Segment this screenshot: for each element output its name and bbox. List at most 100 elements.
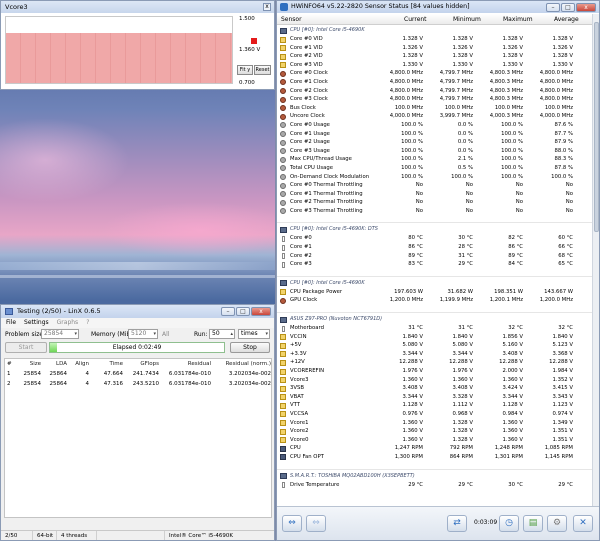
col-header-residual[interactable]: Residual: [159, 359, 211, 369]
sensor-row[interactable]: Core #0 Usage 100.0 % 0.0 % 100.0 % 87.6 %: [277, 121, 593, 130]
sensor-row[interactable]: +5V 5.080 V 5.080 V 5.160 V 5.123 V: [277, 341, 593, 350]
maximize-button[interactable]: □: [236, 307, 250, 316]
collapse-arrows-button[interactable]: ⇔: [306, 515, 326, 532]
sensor-row[interactable]: Core #1 Thermal Throttling No No No No: [277, 190, 593, 199]
sensor-row[interactable]: Total CPU Usage 100.0 % 0.5 % 100.0 % 87.8 %: [277, 164, 593, 173]
problem-size-select[interactable]: 25854 ▾: [41, 329, 79, 339]
sensor-row[interactable]: Core #1 Usage 100.0 % 0.0 % 100.0 % 87.7 %: [277, 130, 593, 139]
sensor-row[interactable]: Core #2 Thermal Throttling No No No No: [277, 198, 593, 207]
table-row[interactable]: 2 25854 25864 4 47.316 243.5210 6.031784…: [5, 379, 271, 389]
sensor-group-header[interactable]: CPU [#0]: Intel Core i5-4690K: DTS: [277, 225, 593, 234]
sensor-row[interactable]: VCCIN 1.840 V 1.840 V 1.856 V 1.840 V: [277, 333, 593, 342]
reset-button[interactable]: Reset: [254, 65, 271, 75]
col-header-align[interactable]: Align: [67, 359, 89, 369]
col-header-time[interactable]: Time: [89, 359, 123, 369]
menu-help[interactable]: ?: [86, 318, 89, 328]
sensor-row[interactable]: CPU Package Power 197.603 W 31.682 W 198.35…: [277, 288, 593, 297]
minimize-button[interactable]: –: [221, 307, 235, 316]
sensor-row[interactable]: VBAT 3.344 V 3.328 V 3.344 V 3.343 V: [277, 393, 593, 402]
clock-icon[interactable]: ◷: [499, 515, 519, 532]
sensor-row[interactable]: Core #1 VID 1.326 V 1.326 V 1.326 V 1.326 V: [277, 44, 593, 53]
sensor-row[interactable]: Vcore3 1.360 V 1.360 V 1.360 V 1.352 V: [277, 376, 593, 385]
sensor-maximum: 100.0 %: [501, 130, 523, 137]
sensor-row[interactable]: Core #1 Clock 4,800.0 MHz 4,799.7 MHz 4,800…: [277, 78, 593, 87]
col-header-maximum[interactable]: Maximum: [503, 14, 533, 25]
sensor-row[interactable]: Vcore2 1.360 V 1.328 V 1.360 V 1.351 V: [277, 427, 593, 436]
memory-select[interactable]: 5120 ▾: [128, 329, 158, 339]
close-button[interactable]: x: [576, 3, 596, 12]
log-icon[interactable]: ▤: [523, 515, 543, 532]
sensor-row[interactable]: Core #3 Usage 100.0 % 0.0 % 100.0 % 88.0 %: [277, 147, 593, 156]
usage-icon: [280, 148, 286, 155]
sensor-row[interactable]: Motherboard 31 °C 31 °C 32 °C 32 °C: [277, 324, 593, 333]
col-header-size[interactable]: Size: [15, 359, 41, 369]
col-header-current[interactable]: Current: [404, 14, 427, 25]
sensor-row[interactable]: Core #3 Clock 4,800.0 MHz 4,799.7 MHz 4,800…: [277, 95, 593, 104]
hwinfo-title-bar[interactable]: HWiNFO64 v5.22-2820 Sensor Status [84 va…: [277, 1, 599, 13]
sensor-row[interactable]: Uncore Clock 4,000.0 MHz 3,999.7 MHz 4,000.…: [277, 112, 593, 121]
expand-arrows-button[interactable]: ⇔: [282, 515, 302, 532]
graph-close-button[interactable]: x: [263, 3, 271, 11]
all-checkbox-label[interactable]: All: [162, 330, 169, 339]
sensor-row[interactable]: Core #0 Thermal Throttling No No No No: [277, 181, 593, 190]
sensor-row[interactable]: Core #1 86 °C 28 °C 86 °C 66 °C: [277, 243, 593, 252]
sensor-row[interactable]: +3.3V 3.344 V 3.344 V 3.408 V 3.368 V: [277, 350, 593, 359]
menu-settings[interactable]: Settings: [24, 318, 49, 328]
sensor-row[interactable]: CPU Fan OPT 1,300 RPM 864 RPM 1,301 RPM 1,14…: [277, 453, 593, 462]
col-header-lda[interactable]: LDA: [41, 359, 67, 369]
close-x-icon[interactable]: ✕: [573, 515, 593, 532]
sensor-row[interactable]: Core #2 Usage 100.0 % 0.0 % 100.0 % 87.9 %: [277, 138, 593, 147]
sensor-row[interactable]: 3VSB 3.408 V 3.408 V 3.424 V 3.415 V: [277, 384, 593, 393]
sensor-group-header[interactable]: ASUS Z97-PRO (Nuvoton NCT6791D): [277, 315, 593, 324]
sensor-group-header[interactable]: CPU [#0]: Intel Core i5-4690K: [277, 26, 593, 35]
sensor-row[interactable]: Vcore1 1.360 V 1.328 V 1.360 V 1.349 V: [277, 419, 593, 428]
table-row[interactable]: 1 25854 25864 4 47.664 241.7434 6.031784…: [5, 369, 271, 379]
sensor-row[interactable]: +12V 12.288 V 12.288 V 12.288 V 12.288 V: [277, 358, 593, 367]
menu-file[interactable]: File: [6, 318, 16, 328]
graph-title-bar[interactable]: Vcore3 x: [1, 1, 274, 13]
linx-title-bar[interactable]: Testing (2/50) - LinX 0.6.5 – □ x: [1, 305, 274, 318]
minimize-button[interactable]: –: [546, 3, 560, 12]
sensor-row[interactable]: Core #0 Clock 4,800.0 MHz 4,799.7 MHz 4,800…: [277, 69, 593, 78]
col-header-average[interactable]: Average: [554, 14, 579, 25]
sensor-row[interactable]: Drive Temperature 29 °C 29 °C 30 °C 29 °C: [277, 481, 593, 490]
stop-button[interactable]: Stop: [230, 342, 270, 353]
sensor-row[interactable]: VCOREREFIN 1.976 V 1.976 V 2.000 V 1.984 V: [277, 367, 593, 376]
menu-graphs[interactable]: Graphs: [57, 318, 79, 328]
col-header-index[interactable]: #: [5, 359, 15, 369]
col-header-sensor[interactable]: Sensor: [281, 14, 302, 25]
maximize-button[interactable]: □: [561, 3, 575, 12]
sensor-group-header[interactable]: S.M.A.R.T.: TOSHIBA MQ02ABD100H (X3SEPBE…: [277, 472, 593, 481]
run-unit-select[interactable]: times ▾: [238, 329, 270, 339]
sensor-row[interactable]: Max CPU/Thread Usage 100.0 % 2.1 % 100.0 % 8…: [277, 155, 593, 164]
sensor-row[interactable]: GPU Clock 1,200.0 MHz 1,199.9 MHz 1,200.1 M…: [277, 296, 593, 305]
sensor-row[interactable]: Core #2 89 °C 31 °C 89 °C 68 °C: [277, 252, 593, 261]
sensor-row[interactable]: CPU 1,247 RPM 792 RPM 1,248 RPM 1,085 RPM: [277, 444, 593, 453]
sensor-row[interactable]: Core #3 VID 1.330 V 1.330 V 1.330 V 1.330 V: [277, 61, 593, 70]
sensor-row[interactable]: Core #0 80 °C 30 °C 82 °C 60 °C: [277, 234, 593, 243]
col-header-minimum[interactable]: Minimum: [453, 14, 481, 25]
run-count-input[interactable]: 50 ▴: [209, 329, 235, 339]
sensor-row[interactable]: Core #3 83 °C 29 °C 84 °C 65 °C: [277, 260, 593, 269]
sensor-row[interactable]: Vcore0 1.360 V 1.328 V 1.360 V 1.351 V: [277, 436, 593, 445]
vertical-scrollbar[interactable]: [592, 14, 599, 507]
sensor-row[interactable]: On-Demand Clock Modulation 100.0 % 100.0 %…: [277, 173, 593, 182]
sensor-row[interactable]: Bus Clock 100.0 MHz 100.0 MHz 100.0 MHz 100.…: [277, 104, 593, 113]
sensor-row[interactable]: Core #2 Clock 4,800.0 MHz 4,799.7 MHz 4,800…: [277, 87, 593, 96]
close-button[interactable]: x: [251, 307, 271, 316]
sensor-row[interactable]: Core #2 VID 1.328 V 1.328 V 1.328 V 1.328 V: [277, 52, 593, 61]
start-button[interactable]: Start: [5, 342, 47, 353]
network-icon[interactable]: ⇄: [447, 515, 467, 532]
sensor-name: +5V: [290, 342, 302, 349]
sensor-row[interactable]: VCCSA 0.976 V 0.968 V 0.984 V 0.974 V: [277, 410, 593, 419]
sensor-row[interactable]: VTT 1.128 V 1.112 V 1.128 V 1.123 V: [277, 401, 593, 410]
fit-y-button[interactable]: Fit y: [237, 65, 253, 75]
sensor-row[interactable]: Core #3 Thermal Throttling No No No No: [277, 207, 593, 216]
scrollbar-thumb[interactable]: [594, 22, 599, 232]
sensor-group-header[interactable]: CPU [#0]: Intel Core i5-4690K: [277, 279, 593, 288]
settings-icon[interactable]: ⚙: [547, 515, 567, 532]
status-empty: [97, 531, 165, 540]
col-header-residual-norm[interactable]: Residual (norm.): [211, 359, 271, 369]
sensor-row[interactable]: Core #0 VID 1.328 V 1.328 V 1.328 V 1.328 V: [277, 35, 593, 44]
col-header-gflops[interactable]: GFlops: [123, 359, 159, 369]
